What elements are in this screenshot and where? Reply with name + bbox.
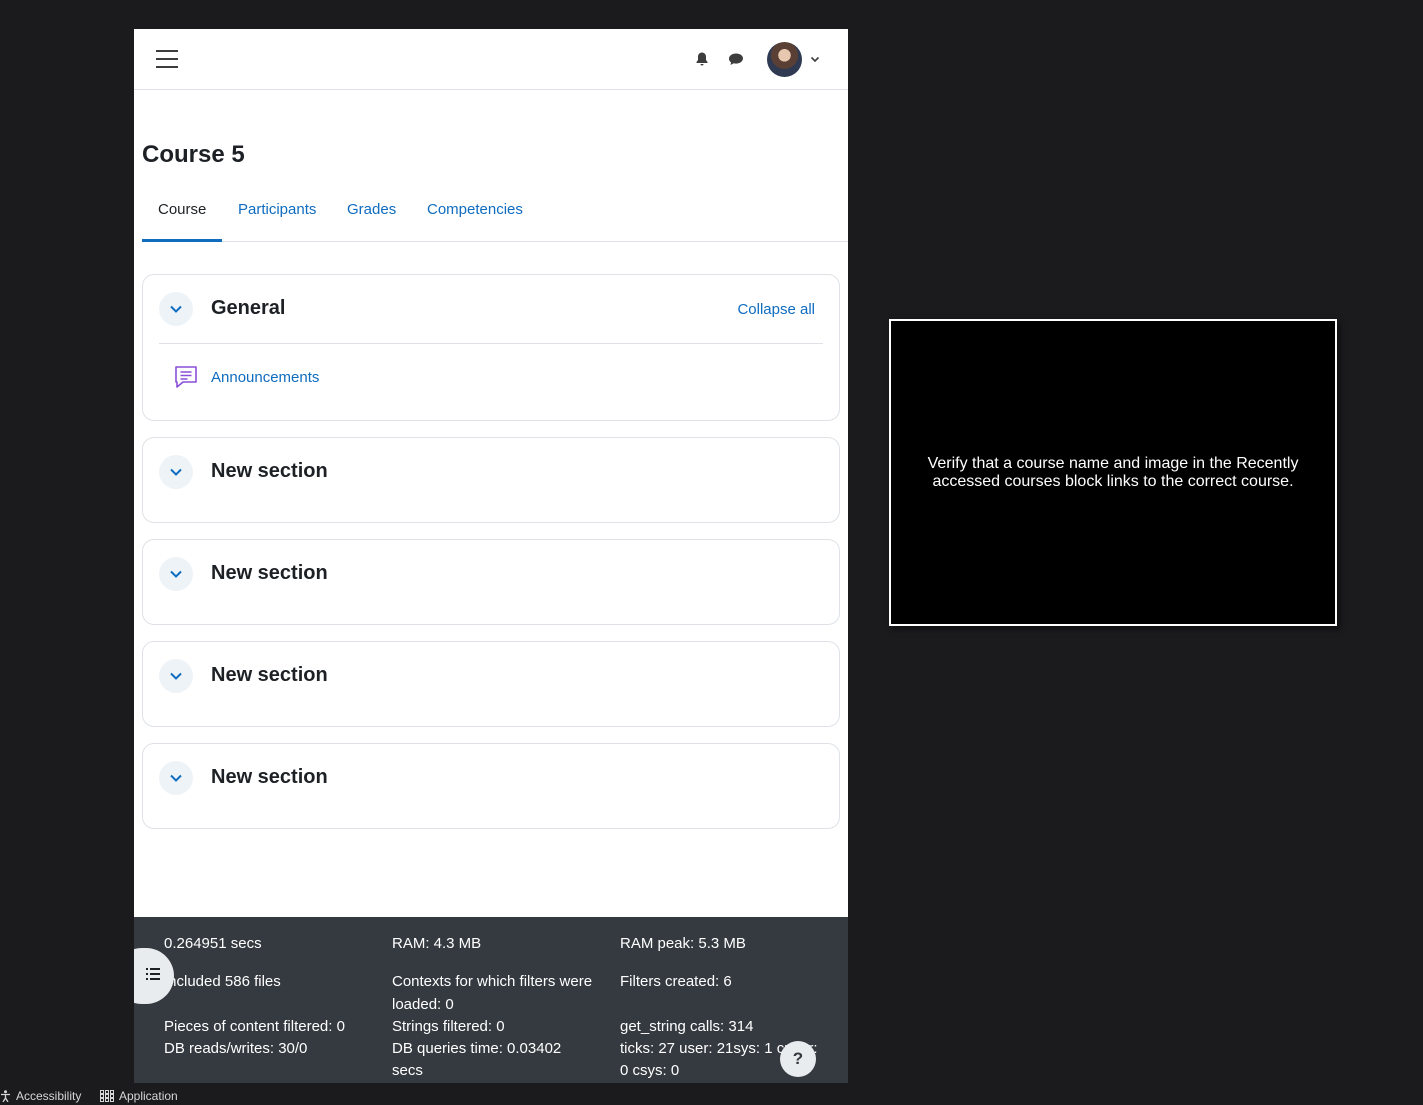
course-section: New section [142,437,840,523]
user-avatar[interactable] [767,42,802,77]
bell-icon[interactable] [694,51,710,67]
footer-included-files: Included 586 files [164,973,281,990]
list-icon [146,968,160,980]
course-section: New section [142,539,840,625]
secondary-navigation: Course Participants Grades Competencies [142,192,848,242]
footer-strings-filtered: Strings filtered: 0 [392,1018,505,1035]
forum-icon [175,366,197,388]
section-toggle-button[interactable] [159,455,193,489]
footer-contexts-line2: loaded: 0 [392,996,454,1013]
chevron-down-icon [170,468,182,476]
tab-grades[interactable]: Grades [331,192,412,242]
course-section: New section [142,641,840,727]
chevron-down-icon [170,570,182,578]
footer-contexts-line1: Contexts for which filters were [392,973,593,990]
tab-competencies[interactable]: Competencies [411,192,539,242]
section-toggle-button[interactable] [159,761,193,795]
footer-db-reads-writes: DB reads/writes: 30/0 [164,1040,308,1057]
activity-label[interactable]: Announcements [211,369,319,386]
chat-bubble-icon[interactable] [728,51,744,67]
footer-time: 0.264951 secs [164,935,262,952]
section-title[interactable]: New section [211,664,328,687]
section-title[interactable]: General [211,297,285,320]
help-button[interactable]: ? [780,1041,816,1077]
taskbar-accessibility-label: Accessibility [16,1089,82,1103]
page-title: Course 5 [142,141,245,168]
taskbar-application[interactable]: Application [100,1089,178,1103]
chevron-down-icon[interactable] [809,53,821,65]
browser-content: Course 5 Course Participants Grades Comp… [134,29,848,1083]
course-section: New section [142,743,840,829]
taskbar-accessibility[interactable]: Accessibility [0,1089,81,1103]
app-grid-icon [100,1090,114,1102]
collapse-all-link[interactable]: Collapse all [737,301,815,318]
chevron-down-icon [170,305,182,313]
chevron-down-icon [170,672,182,680]
course-section-general: General Collapse all Announcements [142,274,840,421]
test-instruction-overlay: Verify that a course name and image in t… [889,319,1337,626]
footer-get-string-calls: get_string calls: 314 [620,1018,754,1035]
section-toggle-button[interactable] [159,292,193,326]
top-navbar [134,29,848,90]
activity-announcements[interactable]: Announcements [173,363,319,391]
tab-course[interactable]: Course [142,192,223,242]
hamburger-icon[interactable] [156,50,178,68]
taskbar-application-label: Application [119,1089,178,1103]
footer-csys: 0 csys: 0 [620,1062,680,1079]
section-toggle-button[interactable] [159,659,193,693]
chevron-down-icon [170,774,182,782]
performance-footer: 0.264951 secs RAM: 4.3 MB RAM peak: 5.3 … [134,917,848,1083]
footer-pieces-filtered: Pieces of content filtered: 0 [164,1018,345,1035]
footer-ram-peak: RAM peak: 5.3 MB [620,935,746,952]
footer-filters-created: Filters created: 6 [620,973,732,990]
accessibility-icon [1,1090,10,1102]
footer-db-queries-line2: secs [392,1062,423,1079]
section-title[interactable]: New section [211,460,328,483]
taskbar: Accessibility Application [0,1087,1423,1105]
section-title[interactable]: New section [211,766,328,789]
footer-ram: RAM: 4.3 MB [392,935,482,952]
course-index-toggle-button[interactable] [134,948,174,1004]
footer-db-queries-line1: DB queries time: 0.03402 [392,1040,562,1057]
tab-participants[interactable]: Participants [222,192,332,242]
section-divider [159,343,823,344]
section-toggle-button[interactable] [159,557,193,591]
overlay-text: Verify that a course name and image in t… [927,455,1299,490]
section-title[interactable]: New section [211,562,328,585]
